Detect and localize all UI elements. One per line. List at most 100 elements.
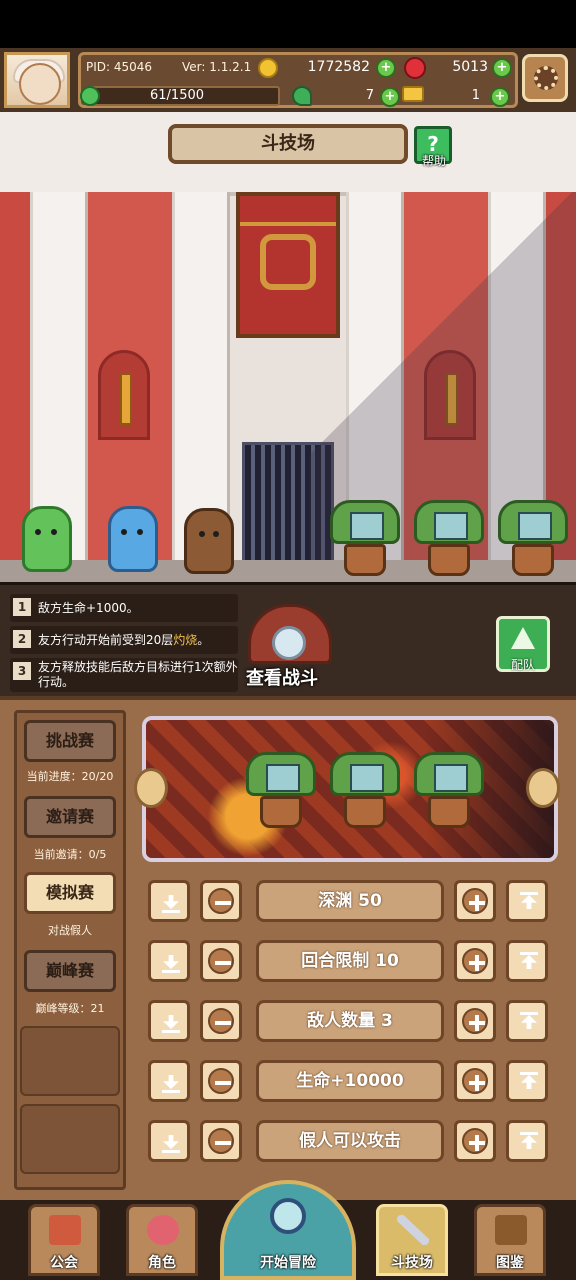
character-portrait-icon bbox=[147, 1215, 179, 1245]
set-minimum-button[interactable] bbox=[148, 1000, 190, 1042]
modifier-2: 2 友方行动开始前受到20层灼烧。 bbox=[10, 626, 238, 654]
gear-icon bbox=[534, 66, 558, 90]
preview-dummy bbox=[414, 752, 484, 828]
enemy-count-value: 敌人数量 3 bbox=[256, 1000, 444, 1042]
set-minimum-button[interactable] bbox=[148, 1060, 190, 1102]
decrease-button[interactable] bbox=[200, 1120, 242, 1162]
sword-icon bbox=[120, 373, 132, 425]
player-id: PID: 45046 bbox=[86, 60, 153, 74]
modifier-number: 2 bbox=[13, 630, 31, 648]
increase-button[interactable] bbox=[454, 1000, 496, 1042]
arrow-up-to-line-icon bbox=[521, 1135, 537, 1149]
increase-button[interactable] bbox=[454, 880, 496, 922]
set-minimum-button[interactable] bbox=[148, 880, 190, 922]
hp-bonus-value: 生命+10000 bbox=[256, 1060, 444, 1102]
burn-keyword[interactable]: 灼烧 bbox=[173, 633, 197, 647]
preview-dummy bbox=[330, 752, 400, 828]
plus-icon bbox=[475, 1075, 479, 1091]
arrow-up-to-line-icon bbox=[521, 955, 537, 969]
arena-floor bbox=[0, 560, 576, 582]
minus-icon bbox=[215, 961, 231, 965]
set-minimum-button[interactable] bbox=[148, 940, 190, 982]
team-icon bbox=[511, 627, 535, 649]
mode-simulation-button[interactable]: 模拟赛 bbox=[24, 872, 116, 914]
arrow-up-to-line-icon bbox=[521, 895, 537, 909]
add-gold-button[interactable]: + bbox=[376, 58, 396, 78]
preview-prev-arrow[interactable] bbox=[134, 768, 168, 808]
modifier-text: 友方释放技能后敌方目标进行1次额外行动。 bbox=[38, 660, 238, 689]
mode-invitational-count: 当前邀请：0/5 bbox=[33, 848, 107, 861]
modifier-text: 敌方生命+1000。 bbox=[38, 601, 139, 615]
settings-button[interactable] bbox=[522, 54, 568, 102]
mode-peak-level: 巅峰等级：21 bbox=[35, 1002, 105, 1015]
add-clover-button[interactable]: + bbox=[380, 87, 400, 107]
modifier-number: 3 bbox=[13, 662, 31, 680]
abyss-level-value: 深渊 50 bbox=[256, 880, 444, 922]
gold-amount: 1772582 bbox=[307, 59, 370, 75]
team-setup-label: 配队 bbox=[510, 658, 535, 672]
arrow-down-to-line-icon bbox=[163, 955, 179, 969]
increase-button[interactable] bbox=[454, 1060, 496, 1102]
crossed-swords-icon bbox=[397, 1215, 429, 1245]
decrease-button[interactable] bbox=[200, 1000, 242, 1042]
turn-limit-value: 回合限制 10 bbox=[256, 940, 444, 982]
empty-mode-slot bbox=[20, 1104, 120, 1174]
arrow-down-to-line-icon bbox=[163, 1015, 179, 1029]
ally-green-slime[interactable] bbox=[22, 506, 72, 572]
mode-simulation-desc: 对战假人 bbox=[48, 924, 92, 937]
training-dummy[interactable] bbox=[330, 500, 400, 576]
increase-button[interactable] bbox=[454, 1120, 496, 1162]
preview-next-arrow[interactable] bbox=[526, 768, 560, 808]
minus-icon bbox=[215, 901, 231, 905]
training-dummy[interactable] bbox=[414, 500, 484, 576]
set-maximum-button[interactable] bbox=[506, 1060, 548, 1102]
minus-icon bbox=[215, 1141, 231, 1145]
mode-invitational-button[interactable]: 邀请赛 bbox=[24, 796, 116, 838]
arrow-down-to-line-icon bbox=[163, 895, 179, 909]
gem-amount: 5013 bbox=[452, 59, 488, 75]
empty-mode-slot bbox=[20, 1026, 120, 1096]
add-key-button[interactable]: + bbox=[490, 87, 510, 107]
plus-icon bbox=[475, 1135, 479, 1151]
clover-amount: 7 bbox=[365, 88, 374, 103]
red-gem-icon bbox=[404, 57, 426, 79]
modifier-1: 1 敌方生命+1000。 bbox=[10, 594, 238, 622]
decrease-button[interactable] bbox=[200, 880, 242, 922]
ally-hero[interactable] bbox=[184, 508, 234, 574]
sword-niche bbox=[98, 350, 150, 440]
view-battle-label: 查看战斗 bbox=[246, 668, 318, 689]
key-amount: 1 bbox=[471, 88, 480, 103]
energy-icon bbox=[80, 86, 100, 106]
nav-arena-label: 斗技场 bbox=[391, 1255, 433, 1271]
help-label: 帮助 bbox=[421, 154, 446, 168]
set-maximum-button[interactable] bbox=[506, 1120, 548, 1162]
increase-button[interactable] bbox=[454, 940, 496, 982]
mode-peak-button[interactable]: 巅峰赛 bbox=[24, 950, 116, 992]
arrow-up-to-line-icon bbox=[521, 1015, 537, 1029]
decrease-button[interactable] bbox=[200, 1060, 242, 1102]
set-minimum-button[interactable] bbox=[148, 1120, 190, 1162]
modifier-number: 1 bbox=[13, 598, 31, 616]
ally-blue-slime[interactable] bbox=[108, 506, 158, 572]
plus-icon bbox=[475, 895, 479, 911]
nav-guild-label: 公会 bbox=[50, 1255, 78, 1271]
page-title: 斗技场 bbox=[168, 124, 408, 164]
set-maximum-button[interactable] bbox=[506, 940, 548, 982]
arrow-down-to-line-icon bbox=[163, 1075, 179, 1089]
add-gems-button[interactable]: + bbox=[492, 58, 512, 78]
modifier-text: 友方行动开始前受到20层灼烧。 bbox=[38, 633, 210, 647]
training-dummy[interactable] bbox=[498, 500, 568, 576]
minus-icon bbox=[215, 1021, 231, 1025]
plus-icon bbox=[475, 955, 479, 971]
decrease-button[interactable] bbox=[200, 940, 242, 982]
coin-icon bbox=[258, 58, 278, 78]
mode-challenge-button[interactable]: 挑战赛 bbox=[24, 720, 116, 762]
replay-orb-icon bbox=[272, 626, 306, 660]
set-maximum-button[interactable] bbox=[506, 880, 548, 922]
set-maximum-button[interactable] bbox=[506, 1000, 548, 1042]
key-icon bbox=[402, 86, 424, 102]
book-icon bbox=[495, 1215, 527, 1245]
guild-hall-icon bbox=[49, 1215, 81, 1245]
plus-icon bbox=[475, 1015, 479, 1031]
player-avatar[interactable] bbox=[4, 52, 70, 108]
